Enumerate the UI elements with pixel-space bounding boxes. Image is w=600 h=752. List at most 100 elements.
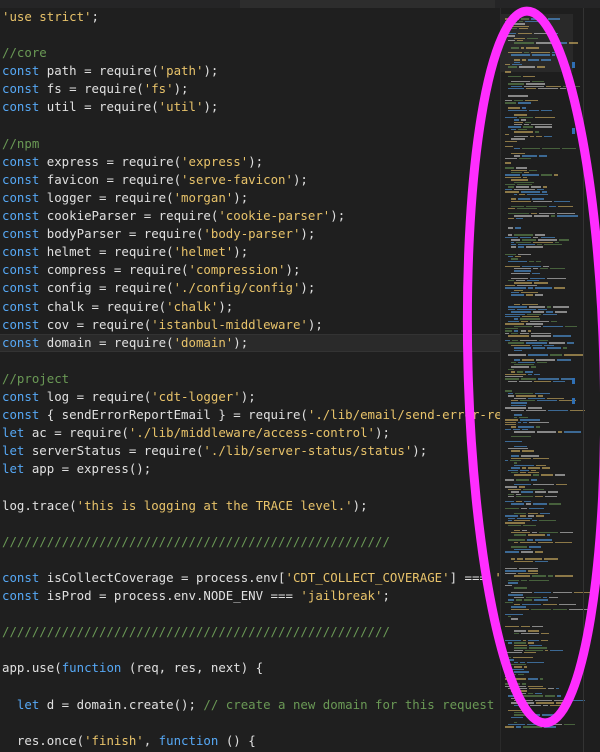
minimap-line bbox=[530, 320, 550, 323]
minimap-line bbox=[527, 193, 549, 195]
minimap-line bbox=[527, 678, 538, 680]
minimap-line bbox=[505, 419, 519, 421]
code-token: 'helmet' bbox=[173, 244, 234, 260]
code-line[interactable]: const log = require('cdt-logger'); bbox=[0, 388, 500, 406]
code-line[interactable]: app.use(function (req, res, next) { bbox=[0, 659, 500, 677]
code-line[interactable]: const chalk = require('chalk'); bbox=[0, 298, 500, 316]
minimap-line bbox=[527, 714, 541, 716]
code-line[interactable]: let d = domain.create(); // create a new… bbox=[0, 696, 500, 714]
code-line[interactable] bbox=[0, 677, 500, 695]
minimap-line bbox=[519, 340, 537, 342]
minimap-line bbox=[528, 534, 545, 536]
minimap-line bbox=[526, 37, 538, 39]
code-line[interactable]: log.trace('this is logging at the TRACE … bbox=[0, 497, 500, 515]
minimap-line bbox=[529, 109, 540, 111]
minimap[interactable] bbox=[500, 8, 600, 752]
minimap-line bbox=[559, 239, 570, 241]
minimap-line bbox=[531, 575, 546, 577]
minimap-line bbox=[534, 131, 540, 133]
code-line[interactable]: let ac = require('./lib/middleware/acces… bbox=[0, 424, 500, 442]
code-token: serverStatus = require( bbox=[31, 443, 204, 459]
code-line[interactable]: const favicon = require('serve-favicon')… bbox=[0, 171, 500, 189]
minimap-line bbox=[505, 486, 518, 488]
code-line[interactable]: //npm bbox=[0, 135, 500, 153]
code-line[interactable]: const domain = require('domain'); bbox=[0, 333, 500, 352]
minimap-line bbox=[508, 280, 515, 282]
minimap-line bbox=[517, 128, 528, 131]
minimap-line bbox=[514, 520, 531, 522]
minimap-line bbox=[527, 539, 533, 541]
minimap-line bbox=[508, 488, 522, 491]
code-line[interactable]: 'use strict'; bbox=[0, 8, 500, 26]
code-token: let bbox=[2, 461, 32, 477]
minimap-line bbox=[532, 344, 542, 347]
code-token: const bbox=[2, 81, 47, 97]
minimap-line bbox=[530, 704, 541, 707]
code-line[interactable]: ////////////////////////////////////////… bbox=[0, 623, 500, 641]
minimap-line bbox=[548, 342, 565, 344]
code-line[interactable]: const { sendErrorReportEmail } = require… bbox=[0, 406, 500, 424]
minimap-line bbox=[527, 397, 545, 399]
minimap-line bbox=[514, 23, 525, 25]
code-line[interactable] bbox=[0, 641, 500, 659]
minimap-line bbox=[511, 340, 518, 342]
code-line[interactable]: let serverStatus = require('./lib/server… bbox=[0, 442, 500, 460]
minimap-line bbox=[511, 546, 528, 548]
code-editor[interactable]: 'use strict'; //core const path = require… bbox=[0, 8, 500, 752]
minimap-line bbox=[514, 282, 532, 284]
minimap-line bbox=[514, 671, 530, 673]
code-token: config = require( bbox=[46, 280, 174, 296]
minimap-line bbox=[521, 320, 529, 323]
code-line[interactable]: ////////////////////////////////////////… bbox=[0, 533, 500, 551]
code-line[interactable]: const logger = require('morgan'); bbox=[0, 189, 500, 207]
minimap-line bbox=[523, 488, 545, 491]
minimap-line bbox=[508, 126, 522, 128]
minimap-line bbox=[536, 400, 557, 402]
code-line[interactable] bbox=[0, 605, 500, 623]
minimap-line bbox=[523, 52, 529, 54]
code-line[interactable]: //core bbox=[0, 44, 500, 62]
minimap-line bbox=[531, 469, 537, 471]
code-line[interactable]: const config = require('./config/config'… bbox=[0, 279, 500, 297]
code-line[interactable]: res.once('finish', function () { bbox=[0, 732, 500, 750]
minimap-line bbox=[511, 64, 523, 66]
code-line[interactable] bbox=[0, 352, 500, 370]
minimap-line bbox=[508, 335, 529, 337]
code-line[interactable]: const path = require('path'); bbox=[0, 62, 500, 80]
minimap-line bbox=[527, 354, 548, 356]
code-line[interactable] bbox=[0, 478, 500, 496]
code-line[interactable]: const cov = require('istanbul-middleware… bbox=[0, 316, 500, 334]
code-line[interactable]: const cookieParser = require('cookie-par… bbox=[0, 207, 500, 225]
minimap-line bbox=[511, 246, 516, 248]
minimap-line bbox=[533, 457, 549, 459]
code-line[interactable] bbox=[0, 26, 500, 44]
minimap-line bbox=[527, 724, 543, 726]
code-line[interactable]: const compress = require('compression'); bbox=[0, 261, 500, 279]
code-line[interactable]: //project bbox=[0, 370, 500, 388]
minimap-line bbox=[528, 421, 550, 423]
minimap-line bbox=[508, 695, 521, 697]
code-line[interactable]: const bodyParser = require('body-parser'… bbox=[0, 225, 500, 243]
code-line[interactable] bbox=[0, 551, 500, 569]
minimap-line bbox=[549, 704, 565, 707]
minimap-line bbox=[537, 88, 559, 90]
minimap-line bbox=[514, 642, 527, 644]
code-line[interactable]: const isCollectCoverage = process.env['C… bbox=[0, 569, 500, 587]
minimap-line bbox=[521, 265, 542, 267]
minimap-line bbox=[517, 517, 532, 519]
code-line[interactable]: let app = express(); bbox=[0, 460, 500, 478]
code-line[interactable]: const express = require('express'); bbox=[0, 153, 500, 171]
code-line[interactable]: const util = require('util'); bbox=[0, 98, 500, 116]
minimap-line bbox=[525, 83, 546, 85]
code-line[interactable] bbox=[0, 117, 500, 135]
code-line[interactable]: const helmet = require('helmet'); bbox=[0, 243, 500, 261]
code-line[interactable]: const fs = require('fs'); bbox=[0, 80, 500, 98]
code-line[interactable] bbox=[0, 714, 500, 732]
code-line[interactable] bbox=[0, 515, 500, 533]
editor-tab[interactable] bbox=[240, 0, 495, 8]
minimap-line bbox=[514, 692, 526, 695]
minimap-line bbox=[514, 484, 532, 486]
minimap-line bbox=[505, 18, 519, 20]
code-line[interactable]: const isProd = process.env.NODE_ENV === … bbox=[0, 587, 500, 605]
minimap-line bbox=[505, 572, 517, 575]
